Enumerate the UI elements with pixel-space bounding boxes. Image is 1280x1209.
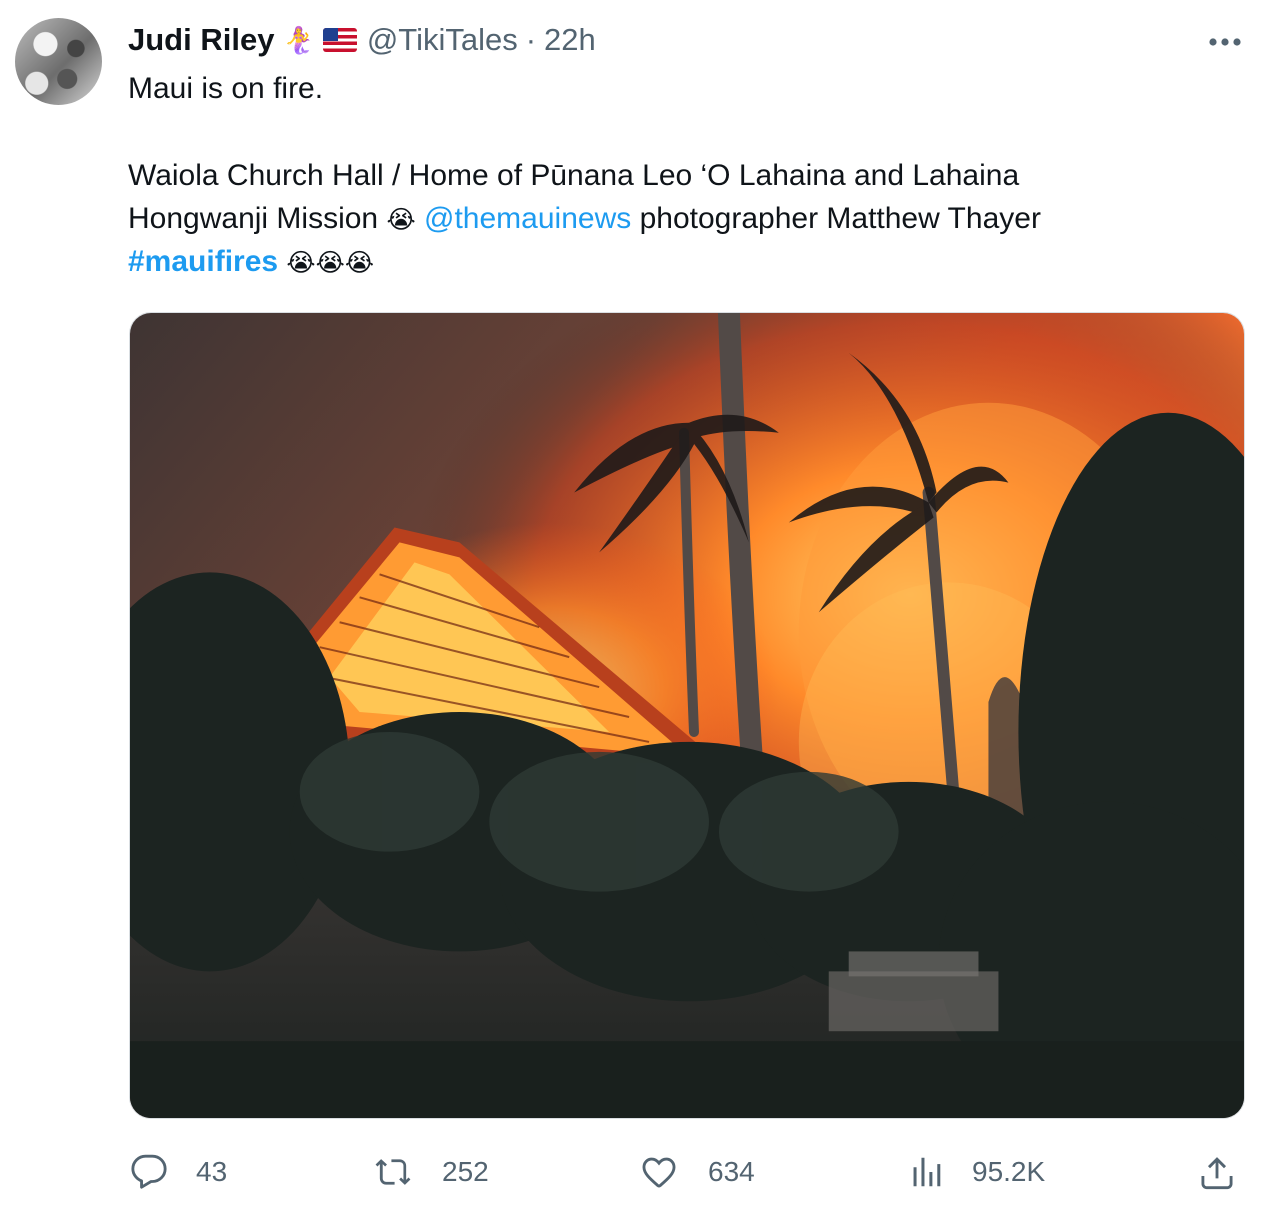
- tweet-text-line-2: Waiola Church Hall / Home of Pūnana Leo …: [128, 159, 1020, 192]
- more-dots-icon: [1209, 38, 1241, 46]
- tweet-text-line-1: Maui is on fire.: [128, 72, 324, 105]
- views-button[interactable]: 95.2K: [908, 1144, 1045, 1200]
- reply-button[interactable]: 43: [130, 1144, 227, 1200]
- tweet-text-line-3: Hongwanji Mission 😭 @themauinews photogr…: [128, 201, 1041, 237]
- avatar[interactable]: [15, 18, 102, 105]
- tweet-photo[interactable]: [129, 312, 1245, 1119]
- like-button[interactable]: 634: [640, 1144, 755, 1200]
- tweet-text-line-4: #mauifires 😭😭😭: [128, 244, 374, 280]
- hashtag-link[interactable]: #mauifires: [128, 245, 278, 278]
- heart-icon: [642, 1157, 676, 1188]
- retweet-count: 252: [442, 1156, 489, 1187]
- tweet-actions-bar: 43 252 634 95.2K: [0, 1144, 1280, 1200]
- mermaid-emoji-icon: 🧜‍♀️: [282, 25, 315, 55]
- tweet-text-segment: Hongwanji Mission: [128, 202, 379, 235]
- mention-link[interactable]: @themauinews: [424, 202, 631, 235]
- like-count: 634: [708, 1156, 755, 1187]
- retweet-icon: [375, 1159, 411, 1185]
- author-handle[interactable]: @TikiTales: [367, 22, 518, 58]
- reply-icon: [131, 1154, 167, 1189]
- tweet-timestamp[interactable]: 22h: [544, 22, 596, 58]
- crying-emoji-icon: 😭: [386, 206, 416, 234]
- tweet-text-segment: photographer Matthew Thayer: [639, 202, 1041, 235]
- fire-scene-image: [130, 313, 1244, 1118]
- more-options-button[interactable]: [1200, 20, 1250, 64]
- share-icon: [1201, 1157, 1233, 1190]
- us-flag-icon: [322, 28, 357, 52]
- separator-dot: ·: [525, 22, 537, 57]
- author-name[interactable]: Judi Riley: [128, 22, 274, 58]
- crying-emojis-icon: 😭😭😭: [286, 249, 375, 277]
- tweet-header: Judi Riley 🧜‍♀️ @TikiTales · 22h: [128, 18, 596, 62]
- retweet-button[interactable]: 252: [374, 1144, 489, 1200]
- share-button[interactable]: [1198, 1144, 1236, 1200]
- view-count: 95.2K: [972, 1156, 1046, 1187]
- views-chart-icon: [913, 1157, 941, 1187]
- reply-count: 43: [196, 1156, 228, 1187]
